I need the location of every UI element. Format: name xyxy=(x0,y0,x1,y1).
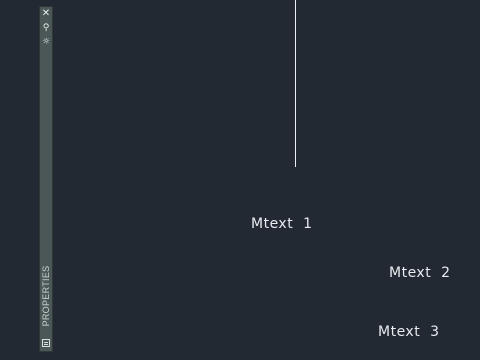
mtext-2[interactable]: Mtext 2 xyxy=(389,265,451,281)
close-icon[interactable]: ✕ xyxy=(40,8,52,20)
mtext-3[interactable]: Mtext 3 xyxy=(378,324,440,340)
mtext-1[interactable]: Mtext 1 xyxy=(251,216,313,232)
palette-title-label: PROPERTIES xyxy=(41,265,51,327)
properties-palette[interactable]: ✕ ⚲ ☼ PROPERTIES xyxy=(39,6,53,352)
palette-menu-icon[interactable] xyxy=(42,339,50,347)
autohide-icon[interactable]: ⚲ xyxy=(40,22,52,34)
properties-icon[interactable]: ☼ xyxy=(40,36,52,48)
vertical-line[interactable] xyxy=(295,0,296,167)
palette-title[interactable]: PROPERTIES xyxy=(40,261,52,331)
drawing-canvas[interactable]: Mtext 1 Mtext 2 Mtext 3 ✕ ⚲ ☼ PROPERTIES xyxy=(0,0,480,360)
